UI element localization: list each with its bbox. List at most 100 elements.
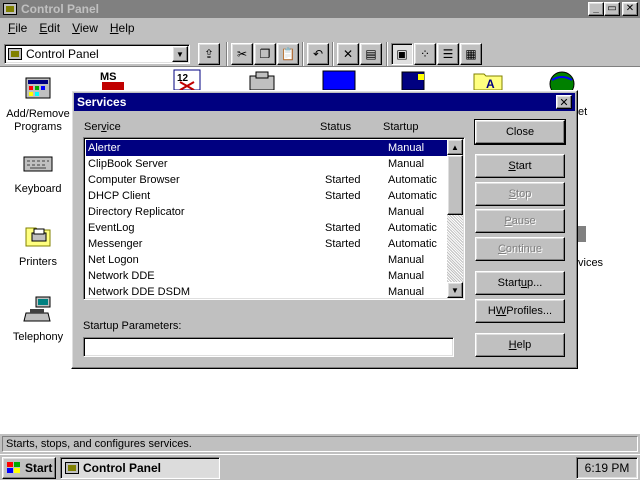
pause-button[interactable]: Pause xyxy=(475,209,565,233)
keyboard-label: Keyboard xyxy=(14,183,62,195)
dialog-close-button[interactable]: ✕ xyxy=(556,95,572,109)
mouse-icon[interactable] xyxy=(246,70,278,91)
services-icon-partial[interactable] xyxy=(578,226,586,242)
service-name: EventLog xyxy=(88,222,135,234)
service-row[interactable]: Alerter Manual xyxy=(86,140,448,156)
internet-icon[interactable] xyxy=(546,70,578,97)
copy-icon: ❐ xyxy=(259,47,271,61)
undo-button[interactable]: ↶ xyxy=(307,43,329,65)
list-button[interactable]: ☰ xyxy=(437,43,459,65)
network-icon[interactable] xyxy=(398,70,430,91)
window-title: Control Panel xyxy=(21,2,100,16)
service-name: Network DDE xyxy=(88,270,155,282)
details-button[interactable]: ▦ xyxy=(460,43,482,65)
close-icon: ✕ xyxy=(559,96,569,109)
partial-label-right-mid: vices xyxy=(578,257,604,269)
startup-parameters-input[interactable] xyxy=(83,337,454,357)
start-button[interactable]: Start xyxy=(475,154,565,178)
svg-text:A: A xyxy=(486,77,495,90)
list-icon: ☰ xyxy=(442,47,454,61)
service-row[interactable]: EventLog Started Automatic xyxy=(86,220,448,236)
up-folder-button[interactable]: ⇪ xyxy=(198,43,220,65)
display-icon[interactable] xyxy=(322,70,356,91)
service-startup: Manual xyxy=(388,206,425,218)
service-row[interactable]: Directory Replicator Manual xyxy=(86,204,448,220)
close-button[interactable]: ✕ xyxy=(622,2,638,16)
menu-view[interactable]: View xyxy=(66,21,104,35)
service-row[interactable]: Net Logon Manual xyxy=(86,252,448,268)
close-dialog-button[interactable]: Close xyxy=(474,119,566,145)
scroll-up-icon[interactable]: ▲ xyxy=(447,139,463,155)
service-row[interactable]: Network DDE Manual xyxy=(86,268,448,284)
service-status: Started xyxy=(325,190,361,202)
menu-file[interactable]: File xyxy=(2,21,33,35)
properties-icon: ▤ xyxy=(365,47,377,61)
cut-button[interactable]: ✂ xyxy=(231,43,253,65)
add-remove-programs-icon xyxy=(22,72,54,104)
service-name: Messenger xyxy=(88,238,143,250)
telephony-icon xyxy=(22,295,54,327)
undo-icon: ↶ xyxy=(312,47,324,61)
dropdown-arrow-icon[interactable]: ▼ xyxy=(172,46,188,62)
fonts-icon[interactable]: A xyxy=(472,70,504,91)
startup-button[interactable]: Start u p... xyxy=(475,271,565,295)
maximize-button[interactable]: ▭ xyxy=(604,2,620,16)
stop-button[interactable]: Stop xyxy=(475,182,565,206)
keyboard-icon xyxy=(22,147,54,179)
service-row[interactable]: Computer Browser Started Automatic xyxy=(86,172,448,188)
service-row[interactable]: Messenger Started Automatic xyxy=(86,236,448,252)
service-row[interactable]: ClipBook Server Manual xyxy=(86,156,448,172)
telephony-label: Telephony xyxy=(12,331,64,343)
up-folder-icon: ⇪ xyxy=(203,47,215,61)
dialog-title-bar[interactable]: Services xyxy=(74,93,575,111)
address-value: Control Panel xyxy=(26,47,99,61)
large-icons-icon: ▣ xyxy=(396,47,408,61)
multimedia-icon[interactable]: MS xyxy=(98,68,130,90)
partial-label-right-top: et xyxy=(578,106,588,118)
startup-column-header: Startup xyxy=(383,121,419,133)
help-button[interactable]: Help xyxy=(475,333,565,357)
regional-settings-icon[interactable]: 12 xyxy=(172,68,204,91)
paste-icon: 📋 xyxy=(280,47,296,61)
large-icons-button[interactable]: ▣ xyxy=(391,43,413,65)
add-remove-programs-item[interactable]: Add/Remove Programs xyxy=(1,72,75,134)
services-list[interactable]: Alerter Manual ClipBook Server Manual Comput… xyxy=(83,137,465,300)
keyboard-item[interactable]: Keyboard xyxy=(1,147,75,196)
toolbar-separator xyxy=(302,42,304,66)
service-row[interactable]: Network DDE DSDM Manual xyxy=(86,284,448,299)
delete-button[interactable]: ✕ xyxy=(337,43,359,65)
scroll-thumb[interactable] xyxy=(447,155,463,215)
service-name: ClipBook Server xyxy=(88,158,168,170)
service-name: Computer Browser xyxy=(88,174,180,186)
address-combo[interactable]: Control Panel ▼ xyxy=(4,44,190,64)
service-name: DHCP Client xyxy=(88,190,151,202)
start-menu-button[interactable]: Start xyxy=(2,457,56,479)
system-clock[interactable]: 6:19 PM xyxy=(576,457,638,479)
hw-profiles-button[interactable]: HW Profiles... xyxy=(475,299,565,323)
service-row[interactable]: DHCP Client Started Automatic xyxy=(86,188,448,204)
printers-label: Printers xyxy=(19,256,57,268)
main-title-bar[interactable]: Control Panel xyxy=(0,0,640,18)
service-startup: Automatic xyxy=(388,190,437,202)
taskbar-item-label: Control Panel xyxy=(83,461,162,475)
service-name: Network DDE DSDM xyxy=(88,286,191,298)
services-scrollbar[interactable]: ▲ ▼ xyxy=(447,139,463,298)
printers-item[interactable]: Printers xyxy=(1,220,75,269)
service-startup: Automatic xyxy=(388,238,437,250)
paste-button[interactable]: 📋 xyxy=(277,43,299,65)
menu-edit[interactable]: Edit xyxy=(33,21,66,35)
svg-text:MS: MS xyxy=(100,71,117,83)
service-column-header: Service xyxy=(84,121,121,133)
details-icon: ▦ xyxy=(465,47,477,61)
service-status: Started xyxy=(325,174,361,186)
scroll-down-icon[interactable]: ▼ xyxy=(447,282,463,298)
telephony-item[interactable]: Telephony xyxy=(1,295,75,344)
small-icons-button[interactable]: ⁘ xyxy=(414,43,436,65)
service-name: Directory Replicator xyxy=(88,206,185,218)
properties-button[interactable]: ▤ xyxy=(360,43,382,65)
menu-help[interactable]: Help xyxy=(104,21,141,35)
taskbar-item-control-panel[interactable]: Control Panel xyxy=(60,457,220,479)
minimize-button[interactable]: _ xyxy=(588,2,604,16)
copy-button[interactable]: ❐ xyxy=(254,43,276,65)
continue-button[interactable]: Continue xyxy=(475,237,565,261)
